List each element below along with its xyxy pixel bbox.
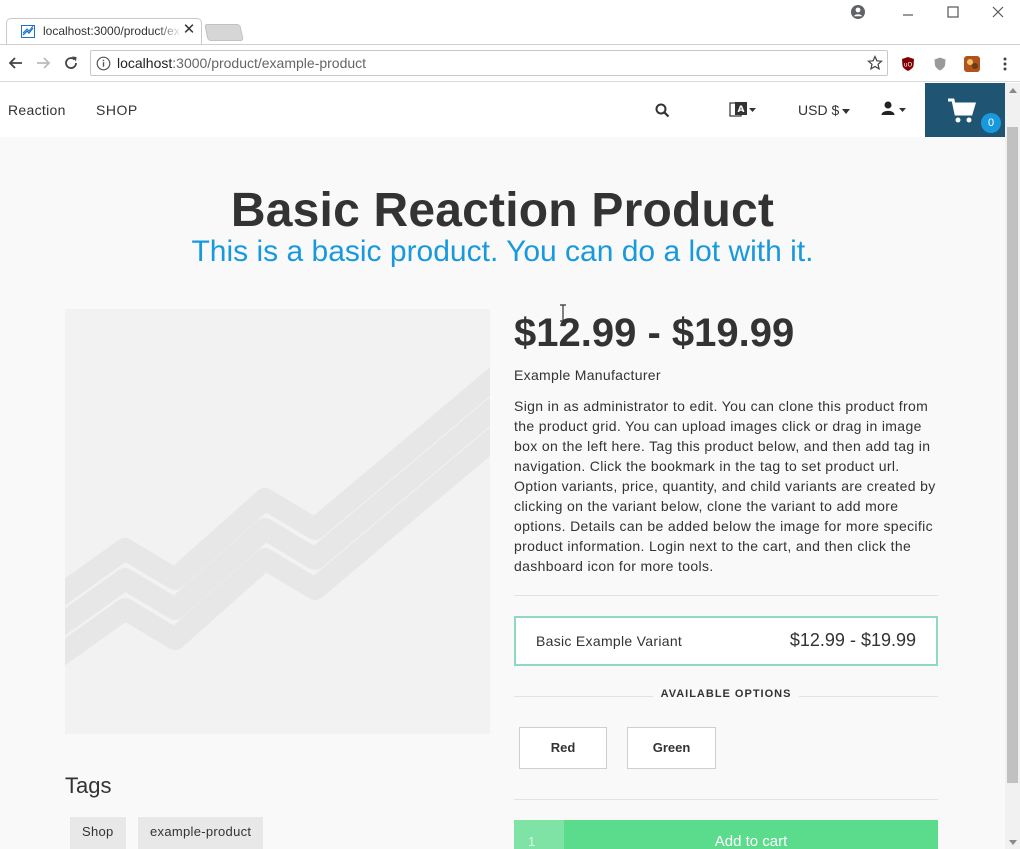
shop-nav-link[interactable]: SHOP: [96, 102, 138, 118]
tag-shop[interactable]: Shop: [70, 817, 126, 849]
star-icon[interactable]: [867, 55, 883, 71]
product-title: Basic Reaction Product: [230, 184, 775, 237]
placeholder-chart-graphic: [65, 367, 490, 666]
available-options-heading: AVAILABLE OPTIONS: [514, 688, 938, 700]
close-icon[interactable]: [990, 4, 1006, 20]
variant-select-button[interactable]: Basic Example Variant $12.99 - $19.99: [514, 616, 938, 666]
quantity-input[interactable]: 1: [514, 820, 564, 849]
profile-icon[interactable]: [850, 4, 866, 20]
url-text: localhost:3000/product/example-product: [117, 55, 366, 71]
page-favicon-icon: [21, 25, 35, 38]
divider: [514, 595, 938, 596]
page-viewport: Reaction SHOP A USD $ 0 Basic Reaction P…: [0, 83, 1005, 849]
tab-close-icon[interactable]: ✕: [182, 22, 196, 38]
extension-icon[interactable]: [964, 56, 980, 72]
currency-dropdown[interactable]: USD $: [798, 102, 851, 118]
variant-price: $12.99 - $19.99: [789, 630, 916, 650]
product-price: $12.99 - $19.99: [514, 311, 795, 355]
browser-tab[interactable]: localhost:3000/product/example-product ✕: [6, 18, 202, 44]
add-to-cart-button[interactable]: Add to cart: [564, 833, 938, 849]
option-button-red[interactable]: Red: [519, 727, 607, 769]
cart-button[interactable]: 0: [925, 83, 1005, 137]
user-account-icon[interactable]: [880, 100, 908, 120]
available-options-label: AVAILABLE OPTIONS: [652, 688, 800, 700]
cart-count-badge: 0: [981, 113, 1001, 133]
forward-arrow-icon[interactable]: [34, 54, 52, 72]
reload-icon[interactable]: [62, 54, 80, 72]
shield-icon[interactable]: [932, 56, 948, 72]
new-tab-button[interactable]: [204, 24, 244, 41]
search-icon[interactable]: [655, 103, 670, 118]
tags-heading: Tags: [65, 773, 112, 798]
svg-text:uO: uO: [904, 62, 913, 69]
kebab-menu-icon[interactable]: [997, 56, 1013, 72]
product-subtitle: This is a basic product. You can do a lo…: [191, 235, 814, 268]
address-bar[interactable]: localhost:3000/product/example-product: [90, 50, 888, 76]
product-image-placeholder[interactable]: [65, 309, 490, 734]
text-cursor-icon: [560, 304, 566, 322]
shopping-cart-icon: [948, 98, 977, 123]
site-navbar: Reaction SHOP A USD $ 0: [0, 83, 1005, 137]
scroll-down-arrow-icon[interactable]: [1009, 840, 1017, 845]
url-host: localhost: [117, 55, 173, 71]
product-vendor: Example Manufacturer: [514, 367, 661, 383]
maximize-icon[interactable]: [945, 4, 961, 20]
scrollbar-thumb[interactable]: [1007, 127, 1018, 783]
minimize-icon[interactable]: [900, 4, 916, 20]
browser-titlebar: localhost:3000/product/example-product ✕: [0, 0, 1020, 44]
brand-link[interactable]: Reaction: [8, 102, 66, 118]
currency-label: USD $: [798, 102, 840, 118]
url-path: :3000/product/example-product: [172, 55, 367, 71]
ublock-icon[interactable]: uO: [900, 56, 916, 72]
option-button-green[interactable]: Green: [627, 727, 716, 769]
language-icon[interactable]: A: [728, 100, 756, 120]
scroll-up-arrow-icon[interactable]: [1009, 88, 1017, 93]
info-icon[interactable]: [96, 56, 111, 71]
svg-text:A: A: [738, 105, 745, 115]
divider: [514, 799, 938, 800]
chevron-down-icon: [842, 108, 851, 114]
page-scrollbar[interactable]: [1005, 83, 1020, 849]
tag-example-product[interactable]: example-product: [138, 817, 264, 849]
tab-title-fade: [157, 21, 182, 41]
product-description: Sign in as administrator to edit. You ca…: [514, 398, 936, 574]
browser-toolbar: localhost:3000/product/example-product u…: [0, 44, 1020, 82]
variant-label: Basic Example Variant: [536, 633, 683, 649]
add-to-cart-row: 1 Add to cart: [514, 820, 938, 849]
back-arrow-icon[interactable]: [7, 54, 25, 72]
